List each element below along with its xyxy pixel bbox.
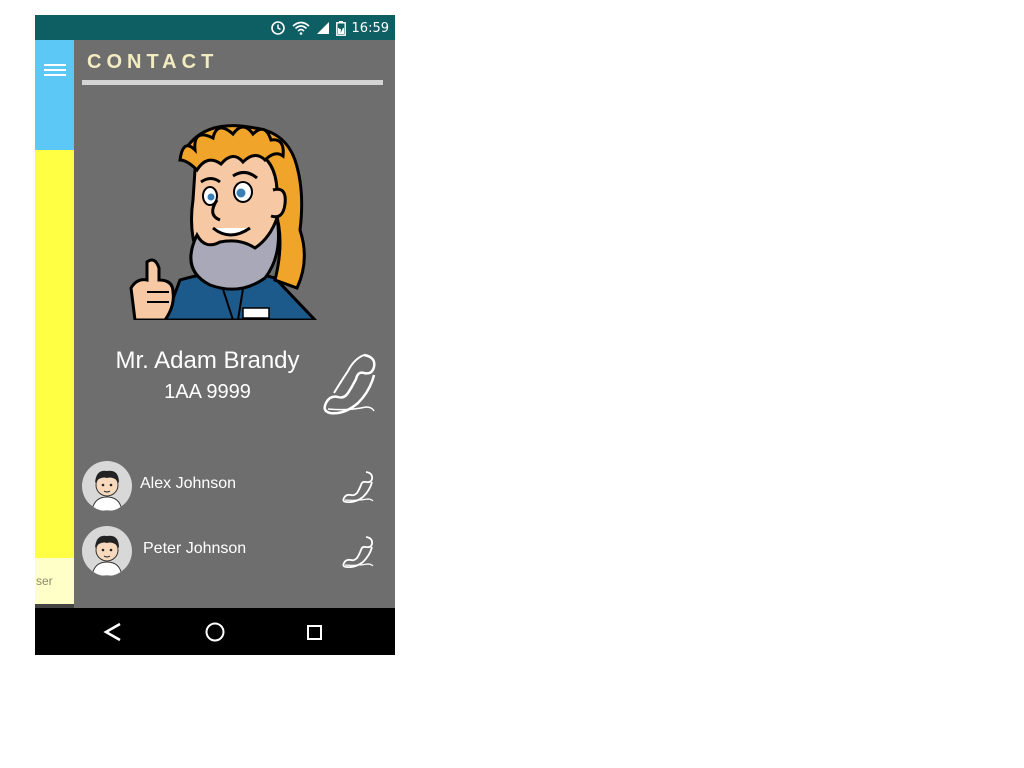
main-contact-code: 1AA 9999: [164, 381, 251, 403]
status-time: 16:59: [351, 20, 389, 36]
battery-icon: [335, 20, 346, 36]
contact-portrait: [125, 120, 340, 320]
back-icon[interactable]: [102, 620, 126, 644]
phone-icon: [342, 536, 374, 569]
wifi-icon: [292, 21, 310, 35]
avatar: [82, 526, 132, 576]
status-icons: 16:59: [270, 19, 389, 37]
navigation-drawer[interactable]: ser: [35, 40, 74, 608]
main-contact-name: Mr. Adam Brandy: [115, 347, 300, 374]
status-bar: 16:59: [35, 15, 395, 40]
drawer-footer[interactable]: ser: [35, 558, 74, 604]
page-title: CONTACT: [87, 51, 219, 73]
drawer-header: [35, 40, 74, 150]
phone-screen: 16:59 ser CONTACT Mr. Adam Brandy 1AA 99…: [35, 15, 395, 655]
call-button[interactable]: [340, 536, 374, 569]
contact-name: Alex Johnson: [140, 475, 237, 492]
signal-icon: [316, 21, 330, 35]
contact-name: Peter Johnson: [143, 540, 247, 557]
recents-icon[interactable]: [303, 620, 327, 644]
phone-icon: [342, 471, 374, 504]
header-divider: [82, 80, 383, 85]
call-button[interactable]: [318, 353, 378, 415]
call-button[interactable]: [340, 471, 374, 504]
home-icon[interactable]: [203, 620, 227, 644]
system-nav-bar: [35, 608, 395, 655]
list-item[interactable]: Peter Johnson: [82, 526, 382, 576]
alarm-icon: [270, 20, 286, 36]
list-item[interactable]: Alex Johnson: [82, 461, 382, 511]
drawer-footer-text: ser: [36, 574, 53, 588]
avatar: [82, 461, 132, 511]
drawer-body: [35, 150, 74, 558]
hamburger-icon[interactable]: [44, 62, 66, 78]
phone-icon: [323, 353, 376, 415]
